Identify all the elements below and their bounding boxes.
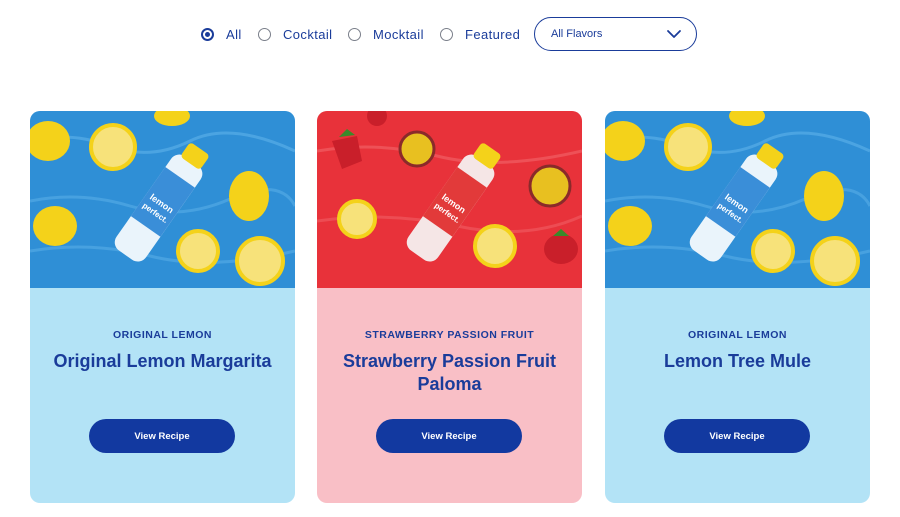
flavor-select-value: All Flavors xyxy=(551,28,603,40)
strawberry-bottle-photo-image: lemon perfect. xyxy=(317,111,582,288)
filter-cocktail-radio[interactable]: Cocktail xyxy=(258,17,332,51)
radio-checked-icon xyxy=(201,27,214,41)
recipe-card-body: ORIGINAL LEMON Original Lemon Margarita … xyxy=(30,288,295,503)
filter-all-radio[interactable]: All xyxy=(201,17,242,51)
view-recipe-button[interactable]: View Recipe xyxy=(664,419,810,453)
recipe-photo: lemon perfect. xyxy=(30,111,295,288)
lemon-bottle-photo-image: lemon perfect. xyxy=(605,111,870,288)
recipe-card[interactable]: lemon perfect. ORIGINAL LEMON Lemon Tree… xyxy=(605,111,870,503)
recipe-flavor-label: ORIGINAL LEMON xyxy=(113,329,212,341)
recipe-title: Original Lemon Margarita xyxy=(53,351,272,371)
recipe-photo: lemon perfect. xyxy=(317,111,582,288)
filter-mocktail-label: Mocktail xyxy=(373,26,424,42)
filter-all-label: All xyxy=(226,26,242,42)
radio-unchecked-icon xyxy=(348,27,361,41)
view-recipe-button[interactable]: View Recipe xyxy=(376,419,522,453)
recipe-card-body: STRAWBERRY PASSION FRUIT Strawberry Pass… xyxy=(317,288,582,503)
recipe-filters: All Cocktail Mocktail Featured All Flavo… xyxy=(0,17,900,51)
radio-unchecked-icon xyxy=(258,27,271,41)
filter-featured-label: Featured xyxy=(465,26,521,42)
flavor-select[interactable]: All Flavors xyxy=(534,17,697,51)
recipe-title: Strawberry Passion Fruit Paloma xyxy=(342,351,557,394)
filter-featured-radio[interactable]: Featured xyxy=(440,17,520,51)
recipe-photo: lemon perfect. xyxy=(605,111,870,288)
recipe-card[interactable]: lemon perfect. STRAWBERRY PASSION FRUIT … xyxy=(317,111,582,503)
filter-cocktail-label: Cocktail xyxy=(283,26,333,42)
filter-mocktail-radio[interactable]: Mocktail xyxy=(348,17,424,51)
recipe-flavor-label: ORIGINAL LEMON xyxy=(688,329,787,341)
recipe-card-body: ORIGINAL LEMON Lemon Tree Mule View Reci… xyxy=(605,288,870,503)
lemon-bottle-photo-image: lemon perfect. xyxy=(30,111,295,288)
recipe-title: Lemon Tree Mule xyxy=(663,351,812,371)
recipe-flavor-label: STRAWBERRY PASSION FRUIT xyxy=(364,329,535,341)
radio-unchecked-icon xyxy=(440,27,453,41)
chevron-down-icon xyxy=(667,30,681,38)
recipe-card[interactable]: lemon perfect. ORIGINAL LEMON Original L… xyxy=(30,111,295,503)
view-recipe-button[interactable]: View Recipe xyxy=(89,419,235,453)
